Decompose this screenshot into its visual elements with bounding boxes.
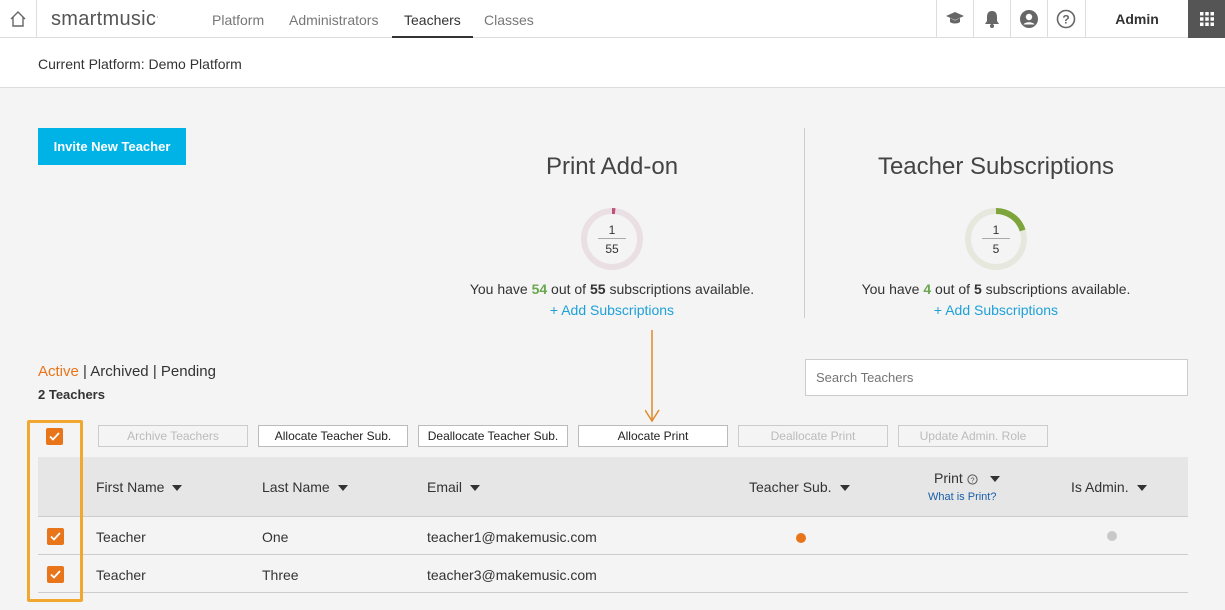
teacher-summary: You have 4 out of 5 subscriptions availa… xyxy=(861,281,1131,297)
apps-button[interactable] xyxy=(1188,0,1225,38)
print-total: 55 xyxy=(605,242,619,256)
invite-new-teacher-button[interactable]: Invite New Teacher xyxy=(38,128,186,165)
graduation-cap-button[interactable] xyxy=(936,0,973,38)
cell-first-name: Teacher xyxy=(96,567,146,583)
top-nav: smartmusic. Platform Administrators Teac… xyxy=(0,0,1225,38)
archive-teachers-button[interactable]: Archive Teachers xyxy=(98,425,248,447)
current-platform: Current Platform: Demo Platform xyxy=(38,56,242,72)
header-print[interactable]: Print ? xyxy=(934,470,1000,486)
allocate-teacher-sub-button[interactable]: Allocate Teacher Sub. xyxy=(258,425,408,447)
home-button[interactable] xyxy=(0,0,37,38)
cell-last-name: Three xyxy=(262,567,299,583)
header-first-name[interactable]: First Name xyxy=(96,479,183,495)
admin-indicator[interactable] xyxy=(1107,531,1117,541)
platform-bar: Current Platform: Demo Platform xyxy=(0,38,1225,88)
filter-pending[interactable]: Pending xyxy=(161,363,216,380)
sort-caret-icon xyxy=(337,485,348,492)
tab-teachers[interactable]: Teachers xyxy=(392,0,473,38)
print-used: 1 xyxy=(608,223,616,237)
sort-caret-icon xyxy=(1136,485,1147,492)
grid-icon xyxy=(1199,12,1214,26)
teacher-sub-indicator[interactable] xyxy=(796,533,806,543)
help-icon: ? xyxy=(967,474,978,485)
checkbox-highlight-annotation xyxy=(27,420,83,602)
status-filters: Active | Archived | Pending xyxy=(38,363,216,380)
user-menu[interactable]: Admin xyxy=(1085,0,1188,38)
teacher-count: 2 Teachers xyxy=(38,387,105,402)
deallocate-teacher-sub-button[interactable]: Deallocate Teacher Sub. xyxy=(418,425,568,447)
account-button[interactable] xyxy=(1010,0,1047,38)
help-icon: ? xyxy=(1056,9,1076,29)
allocate-print-button[interactable]: Allocate Print xyxy=(578,425,728,447)
what-is-print-link[interactable]: What is Print? xyxy=(928,491,996,503)
header-is-admin[interactable]: Is Admin. xyxy=(1071,479,1147,495)
svg-text:?: ? xyxy=(1062,13,1069,27)
deallocate-print-button[interactable]: Deallocate Print xyxy=(738,425,888,447)
graduation-cap-icon xyxy=(946,12,964,24)
print-summary: You have 54 out of 55 subscriptions avai… xyxy=(469,281,755,297)
sort-caret-icon xyxy=(989,476,1000,483)
table-header: First Name Last Name Email Teacher Sub. … xyxy=(38,457,1188,517)
panel-divider xyxy=(804,128,805,318)
sort-caret-icon xyxy=(839,485,850,492)
filter-archived[interactable]: Archived xyxy=(90,363,148,380)
annotation-arrow-icon xyxy=(645,330,660,423)
print-addon-title: Print Add-on xyxy=(545,153,679,180)
teacher-total: 5 xyxy=(992,242,1000,256)
sort-caret-icon xyxy=(470,485,481,492)
user-circle-icon xyxy=(1020,10,1038,28)
bell-icon xyxy=(985,11,999,28)
header-last-name[interactable]: Last Name xyxy=(262,479,348,495)
cell-last-name: One xyxy=(262,529,289,545)
sort-caret-icon xyxy=(172,485,183,492)
tab-platform[interactable]: Platform xyxy=(212,0,264,38)
help-button[interactable]: ? xyxy=(1047,0,1084,38)
home-icon xyxy=(10,11,26,27)
print-donut: 1 55 xyxy=(580,207,644,271)
teacher-subscriptions-title: Teacher Subscriptions xyxy=(877,153,1115,180)
cell-first-name: Teacher xyxy=(96,529,146,545)
cell-email: teacher3@makemusic.com xyxy=(427,567,597,583)
search-teachers-input[interactable] xyxy=(805,359,1188,396)
table-row[interactable]: Teacher Three teacher3@makemusic.com xyxy=(38,555,1188,593)
notifications-button[interactable] xyxy=(973,0,1010,38)
cell-email: teacher1@makemusic.com xyxy=(427,529,597,545)
svg-text:?: ? xyxy=(970,475,974,484)
print-add-subscriptions-link[interactable]: + Add Subscriptions xyxy=(512,302,712,318)
filter-active[interactable]: Active xyxy=(38,363,79,380)
header-email[interactable]: Email xyxy=(427,479,481,495)
table-row[interactable]: Teacher One teacher1@makemusic.com xyxy=(38,517,1188,555)
teacher-add-subscriptions-link[interactable]: + Add Subscriptions xyxy=(896,302,1096,318)
update-admin-role-button[interactable]: Update Admin. Role xyxy=(898,425,1048,447)
teacher-donut: 1 5 xyxy=(964,207,1028,271)
tab-classes[interactable]: Classes xyxy=(484,0,534,38)
teacher-used: 1 xyxy=(992,223,1000,237)
logo[interactable]: smartmusic. xyxy=(51,8,159,31)
tab-administrators[interactable]: Administrators xyxy=(289,0,378,38)
header-teacher-sub[interactable]: Teacher Sub. xyxy=(749,479,850,495)
